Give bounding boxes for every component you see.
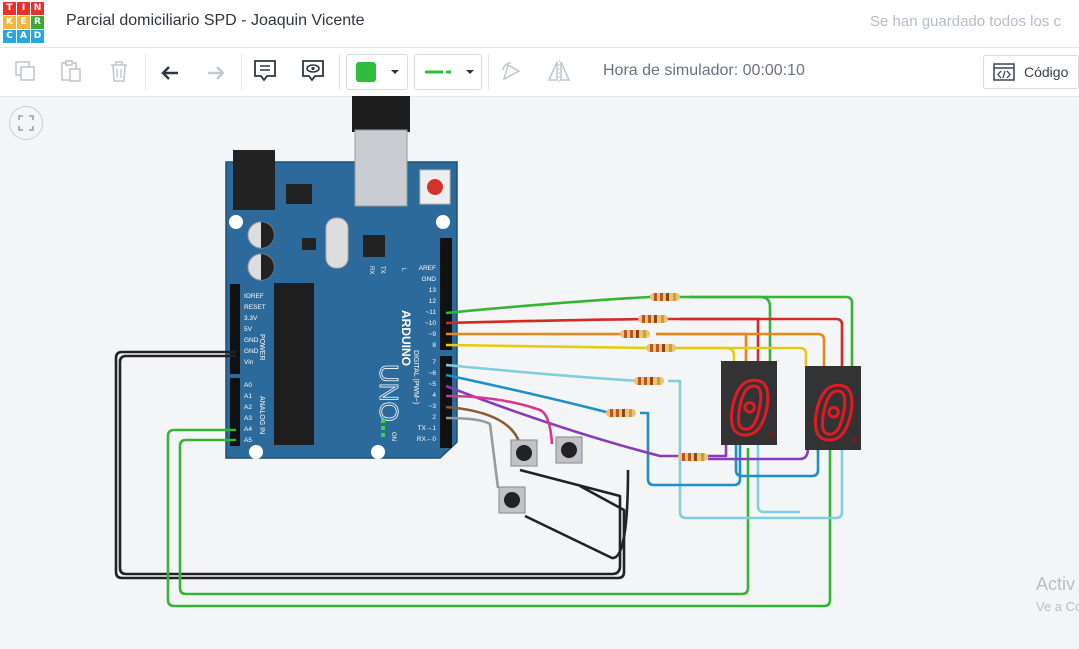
- pin-label: 5V: [244, 326, 253, 333]
- reset-button: [427, 179, 443, 195]
- usb-connector: [354, 129, 408, 207]
- arduino-brand: ARDUINO: [399, 310, 413, 366]
- mounting-hole: [249, 445, 263, 459]
- crystal: [325, 217, 349, 269]
- resistor: [650, 293, 680, 301]
- power-header: [230, 284, 240, 374]
- pin-label: ~11: [425, 309, 436, 316]
- pin-label: 3.3V: [244, 315, 258, 322]
- pin-label: TX→1: [418, 425, 437, 432]
- digital-label: DIGITAL (PWM~): [412, 350, 419, 404]
- pin-label: A3: [244, 415, 252, 422]
- pin-label: GND: [422, 276, 437, 283]
- pin-label: RESET: [244, 304, 266, 311]
- push-button[interactable]: [555, 436, 583, 464]
- pin-label: 2: [432, 414, 436, 421]
- mounting-hole: [371, 445, 385, 459]
- display-digit: 0: [812, 372, 855, 456]
- usb-connector-top: [352, 96, 410, 132]
- pin-label: IOREF: [244, 293, 264, 300]
- resistor: [606, 409, 636, 417]
- arduino-model: UNO: [374, 364, 404, 422]
- tx-label: TX: [379, 266, 385, 274]
- pin-label: ~5: [429, 381, 437, 388]
- on-label: ON: [390, 432, 396, 441]
- pin-label: 13: [429, 287, 437, 294]
- pin-label: 8: [432, 342, 436, 349]
- pin-label: 12: [429, 298, 437, 305]
- atmega-chip: [274, 283, 314, 445]
- pin-label: ~6: [429, 370, 437, 377]
- pin-label: Vin: [244, 359, 254, 366]
- regulator: [286, 184, 312, 204]
- wire-a5: [178, 438, 750, 596]
- mounting-hole: [436, 215, 450, 229]
- pin-label: 4: [432, 392, 436, 399]
- pin-label: ~10: [425, 320, 436, 327]
- power-jack: [233, 150, 275, 210]
- power-label: POWER: [258, 334, 265, 360]
- analog-header: [230, 378, 240, 446]
- mounting-hole: [229, 215, 243, 229]
- resistor: [634, 377, 664, 385]
- resistor: [646, 344, 676, 352]
- wire-10: [445, 317, 760, 363]
- pin-label: 7: [432, 359, 436, 366]
- pin-label: A5: [244, 437, 252, 444]
- wire-7: [445, 363, 641, 383]
- pin-label: A4: [244, 426, 252, 433]
- analog-label: ANALOG IN: [258, 396, 265, 434]
- seven-segment-display[interactable]: 0: [805, 366, 861, 458]
- wire-10b: [680, 317, 844, 368]
- usb-chip: [363, 235, 385, 257]
- seven-segment-display[interactable]: 0: [721, 361, 777, 453]
- small-chip: [302, 238, 316, 250]
- rx-label: RX: [368, 266, 374, 274]
- pin-label: RX←0: [417, 436, 437, 443]
- pin-label: ~9: [429, 331, 437, 338]
- watermark-activate: Activ: [1036, 574, 1076, 594]
- push-button[interactable]: [510, 439, 538, 467]
- wire-11: [445, 295, 772, 363]
- wire-7c: [756, 444, 800, 514]
- pin-label: ~3: [429, 403, 437, 410]
- pin-label: A2: [244, 404, 252, 411]
- pin-label: GND: [244, 337, 259, 344]
- wire-gnd: [524, 469, 630, 560]
- watermark-settings: Ve a Co: [1036, 599, 1079, 614]
- resistor: [678, 453, 708, 461]
- pin-label: AREF: [419, 265, 436, 272]
- pin-label: GND: [244, 348, 259, 355]
- push-button[interactable]: [498, 486, 526, 514]
- pin-label: A1: [244, 393, 252, 400]
- digital-header-bottom: [440, 356, 452, 448]
- display-digit: 0: [728, 367, 771, 451]
- resistor: [620, 330, 650, 338]
- resistor: [638, 315, 668, 323]
- arduino-uno-board[interactable]: ARDUINO UNO POWER ANALOG IN DIGITAL (PWM…: [225, 96, 458, 459]
- circuit-diagram: ARDUINO UNO POWER ANALOG IN DIGITAL (PWM…: [114, 96, 861, 608]
- pin-label: A0: [244, 382, 252, 389]
